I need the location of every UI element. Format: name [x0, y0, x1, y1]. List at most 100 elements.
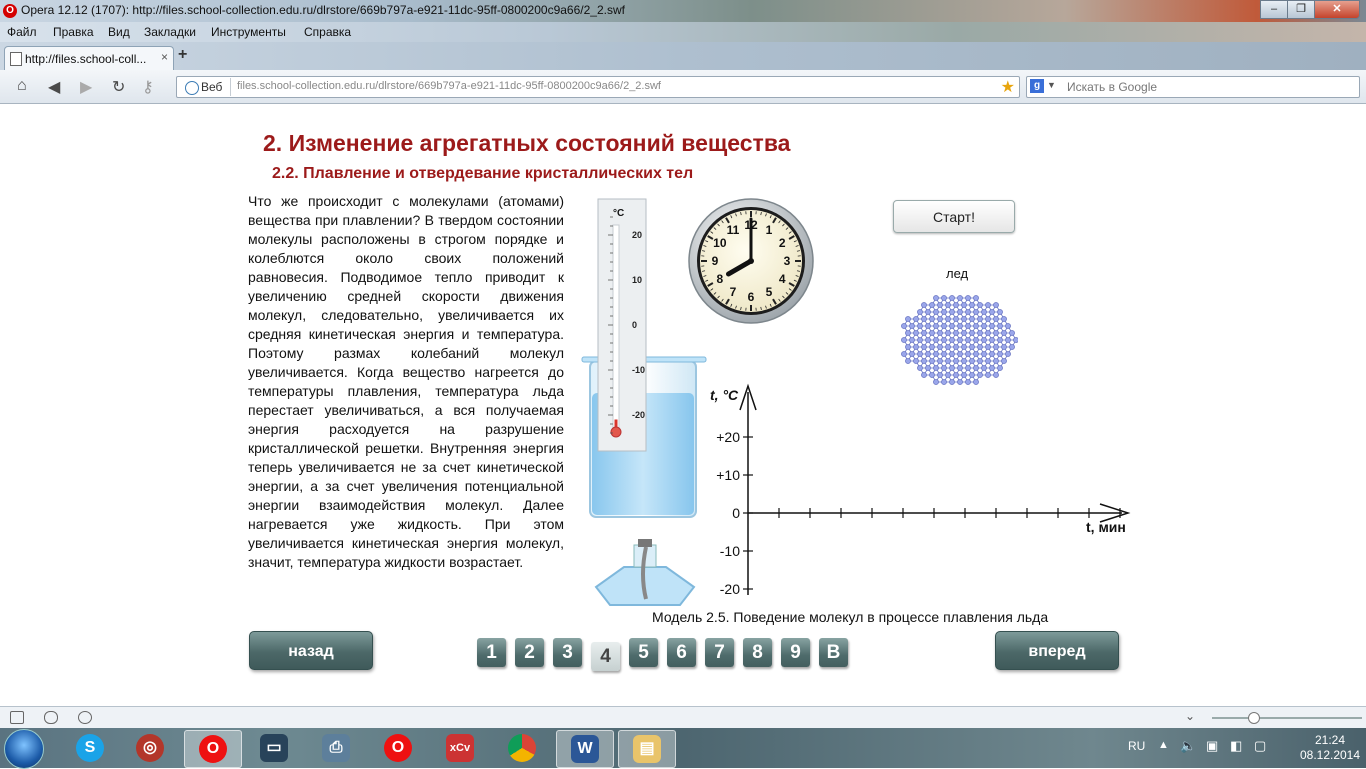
ice-molecule: [961, 316, 966, 321]
ice-molecule: [921, 316, 926, 321]
tray-expand-icon[interactable]: ▲: [1158, 739, 1169, 751]
monitor-tray-icon[interactable]: ▢: [1254, 738, 1266, 754]
ice-molecule: [961, 372, 966, 377]
forward-icon[interactable]: ▶: [80, 77, 92, 97]
clock-display[interactable]: 21:24 08.12.2014: [1298, 733, 1362, 763]
bookmark-star-icon[interactable]: ★: [1001, 77, 1015, 97]
search-field[interactable]: g ▼ Искать в Google: [1026, 76, 1360, 98]
thermometer-label: 10: [632, 275, 642, 285]
ice-molecule: [997, 309, 1002, 314]
ice-molecule: [921, 372, 926, 377]
page-button-2[interactable]: 2: [515, 638, 544, 667]
taskbar-skype[interactable]: S: [62, 730, 118, 766]
page-button-b[interactable]: B: [819, 638, 848, 667]
ice-molecule: [997, 337, 1002, 342]
ice-molecule: [1009, 330, 1014, 335]
taskbar-chrome[interactable]: [494, 730, 550, 766]
ice-molecule: [985, 316, 990, 321]
back-button[interactable]: назад: [249, 631, 373, 670]
forward-button[interactable]: вперед: [995, 631, 1119, 670]
close-button[interactable]: ✕: [1314, 0, 1360, 19]
speed-dial-icon[interactable]: [78, 711, 92, 724]
y-tick-label: 0: [732, 505, 740, 521]
ice-molecule: [997, 365, 1002, 370]
key-icon[interactable]: ⚷: [142, 77, 154, 97]
menu-file[interactable]: Файл: [7, 25, 37, 39]
taskbar-opera[interactable]: O: [370, 730, 426, 766]
page-button-3[interactable]: 3: [553, 638, 582, 667]
ice-molecule: [941, 351, 946, 356]
thermometer-label: -20: [632, 410, 645, 420]
taskbar-opera-active[interactable]: O: [184, 730, 242, 768]
globe-icon: [185, 81, 199, 95]
ice-molecule: [981, 351, 986, 356]
ice-molecule: [933, 337, 938, 342]
taskbar-photo[interactable]: ◎: [122, 730, 178, 766]
cloud-icon[interactable]: [44, 711, 58, 724]
ice-molecule: [917, 309, 922, 314]
thermometer: °C 20100-10-20: [598, 199, 646, 451]
ice-molecule: [1001, 344, 1006, 349]
ice-molecule: [933, 295, 938, 300]
panel-toggle-icon[interactable]: [10, 711, 24, 724]
ice-molecule: [949, 295, 954, 300]
ice-molecule: [925, 365, 930, 370]
chevron-down-icon[interactable]: ▼: [1047, 80, 1056, 90]
ice-molecule: [929, 330, 934, 335]
start-menu-icon[interactable]: [4, 729, 44, 769]
view-icon[interactable]: ⌄: [1185, 709, 1195, 723]
ice-molecule: [973, 365, 978, 370]
alcohol-burner: [596, 539, 694, 605]
google-icon[interactable]: g: [1030, 79, 1044, 93]
address-bar[interactable]: Веб files.school-collection.edu.ru/dlrst…: [176, 76, 1020, 98]
ice-molecule: [1001, 330, 1006, 335]
menu-bookmarks[interactable]: Закладки: [144, 25, 196, 39]
ice-molecule: [917, 337, 922, 342]
page-button-6[interactable]: 6: [667, 638, 696, 667]
zoom-slider[interactable]: [1212, 717, 1362, 719]
ice-molecule: [985, 302, 990, 307]
ice-molecule: [993, 344, 998, 349]
clock-number: 10: [713, 236, 727, 250]
start-button[interactable]: Старт!: [893, 200, 1015, 233]
url-text[interactable]: files.school-collection.edu.ru/dlrstore/…: [237, 80, 661, 92]
language-indicator[interactable]: RU: [1128, 739, 1145, 753]
back-icon[interactable]: ◀: [48, 77, 60, 97]
ice-molecule: [949, 323, 954, 328]
taskbar-explorer[interactable]: ▤: [618, 730, 676, 768]
page-button-5[interactable]: 5: [629, 638, 658, 667]
web-badge[interactable]: Веб: [181, 78, 231, 96]
menu-view[interactable]: Вид: [108, 25, 130, 39]
page-button-9[interactable]: 9: [781, 638, 810, 667]
page-button-4[interactable]: 4: [591, 642, 620, 671]
network-icon[interactable]: ◧: [1230, 738, 1242, 754]
search-placeholder[interactable]: Искать в Google: [1067, 80, 1157, 94]
zoom-slider-thumb[interactable]: [1248, 712, 1260, 724]
page-button-1[interactable]: 1: [477, 638, 506, 667]
ice-molecule: [949, 365, 954, 370]
home-icon[interactable]: ⌂: [17, 77, 27, 95]
minimize-button[interactable]: –: [1260, 0, 1288, 19]
volume-icon[interactable]: 🔈: [1180, 738, 1196, 754]
ice-molecule: [989, 309, 994, 314]
menu-tools[interactable]: Инструменты: [211, 25, 286, 39]
ice-molecule: [941, 309, 946, 314]
tab-active[interactable]: http://files.school-coll... ×: [4, 46, 174, 71]
taskbar-scanner[interactable]: ⎙: [308, 730, 364, 766]
ice-molecule: [921, 358, 926, 363]
device-icon[interactable]: ▣: [1206, 738, 1218, 754]
new-tab-button[interactable]: +: [178, 46, 187, 64]
page-button-7[interactable]: 7: [705, 638, 734, 667]
menu-help[interactable]: Справка: [304, 25, 351, 39]
taskbar-monitor[interactable]: ▭: [246, 730, 302, 766]
page-button-8[interactable]: 8: [743, 638, 772, 667]
menu-edit[interactable]: Правка: [53, 25, 94, 39]
reload-icon[interactable]: ↻: [112, 77, 125, 97]
taskbar-xcv[interactable]: xCv: [432, 730, 488, 766]
ice-molecule: [1001, 358, 1006, 363]
taskbar-word[interactable]: W: [556, 730, 614, 768]
tab-close-icon[interactable]: ×: [161, 50, 168, 64]
ice-molecule: [985, 344, 990, 349]
maximize-button[interactable]: ❐: [1287, 0, 1315, 19]
thermometer-label: 20: [632, 230, 642, 240]
